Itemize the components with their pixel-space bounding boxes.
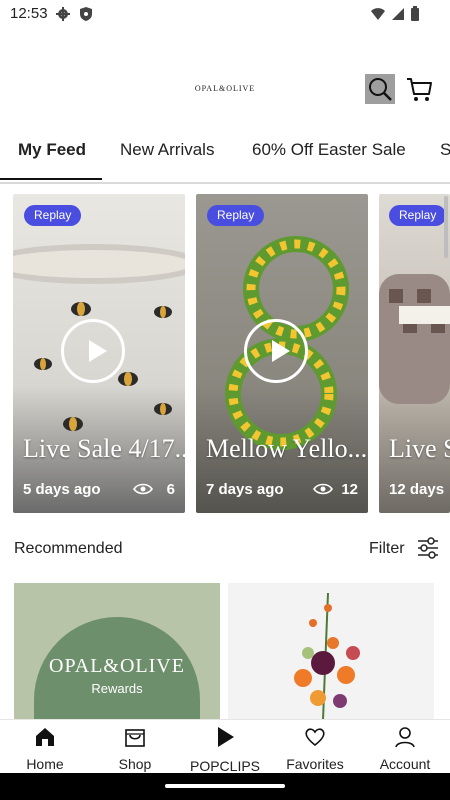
flower-bouquet-image xyxy=(294,592,360,720)
rewards-brand: OPAL&OLIVE xyxy=(49,655,185,677)
recommended-heading: Recommended xyxy=(14,540,123,557)
bottom-navigation: Home Shop POPCLIPS Favorites Account xyxy=(0,719,450,774)
signal-icon xyxy=(392,8,404,20)
category-tabs: My Feed New Arrivals 60% Off Easter Sale… xyxy=(0,126,450,184)
scroll-indicator xyxy=(444,196,448,258)
video-title: Live S xyxy=(389,434,450,463)
home-gesture-pill[interactable] xyxy=(165,784,285,788)
play-icon xyxy=(218,727,234,747)
video-age: 7 days ago xyxy=(206,481,284,498)
views-icon xyxy=(133,483,153,495)
nav-favorites-label: Favorites xyxy=(286,756,344,772)
tab-easter-sale[interactable]: 60% Off Easter Sale xyxy=(252,126,406,182)
tab-new-arrivals[interactable]: New Arrivals xyxy=(120,126,214,182)
rewards-label: Rewards xyxy=(91,681,143,696)
shopping-bag-icon xyxy=(125,729,145,747)
cart-icon xyxy=(407,78,432,101)
video-card[interactable]: Replay Mellow Yello... 7 days ago 12 xyxy=(196,194,368,513)
active-tab-indicator xyxy=(0,178,102,180)
nav-home[interactable]: Home xyxy=(0,720,90,774)
product-card[interactable] xyxy=(228,583,434,720)
wifi-icon xyxy=(371,8,385,20)
filter-icon[interactable] xyxy=(417,536,439,560)
shield-icon xyxy=(80,7,92,21)
status-bar: 12:53 xyxy=(0,0,450,28)
video-title: Live Sale 4/17.. xyxy=(23,434,185,463)
video-title: Mellow Yello... xyxy=(206,434,368,463)
status-time: 12:53 xyxy=(10,5,48,22)
search-icon xyxy=(369,78,392,101)
person-icon xyxy=(395,727,415,748)
filter-button[interactable]: Filter xyxy=(369,540,405,558)
product-card[interactable]: OPAL&OLIVE Rewards xyxy=(14,583,220,720)
replay-badge: Replay xyxy=(389,205,447,226)
nav-account-label: Account xyxy=(379,756,431,772)
tab-more[interactable]: S xyxy=(440,126,450,182)
nav-home-label: Home xyxy=(26,756,64,772)
replay-badge: Replay xyxy=(24,205,82,226)
video-views: 6 xyxy=(166,481,175,498)
dog-toy-thumbnail xyxy=(379,274,450,404)
play-icon[interactable] xyxy=(61,319,125,383)
tab-my-feed[interactable]: My Feed xyxy=(18,126,86,182)
nav-shop-label: Shop xyxy=(118,756,152,772)
views-icon xyxy=(313,483,333,495)
system-navigation-bar xyxy=(0,773,450,800)
heart-icon xyxy=(305,728,325,747)
video-age: 12 days xyxy=(389,481,445,498)
video-card[interactable]: Replay Live S 12 days xyxy=(379,194,450,513)
play-icon[interactable] xyxy=(244,319,308,383)
nav-popclips[interactable]: POPCLIPS xyxy=(180,720,270,774)
nav-account[interactable]: Account xyxy=(360,720,450,774)
battery-icon xyxy=(411,6,419,21)
home-icon xyxy=(36,728,54,746)
video-card[interactable]: Replay Live Sale 4/17.. 5 days ago 6 xyxy=(13,194,185,513)
search-button[interactable] xyxy=(365,74,395,104)
replay-badge: Replay xyxy=(207,205,265,226)
nav-popclips-label: POPCLIPS xyxy=(189,758,261,774)
cart-button[interactable] xyxy=(404,74,434,104)
nav-shop[interactable]: Shop xyxy=(90,720,180,774)
video-age: 5 days ago xyxy=(23,481,101,498)
video-views: 12 xyxy=(341,481,358,498)
settings-icon xyxy=(56,7,70,21)
nav-favorites[interactable]: Favorites xyxy=(270,720,360,774)
